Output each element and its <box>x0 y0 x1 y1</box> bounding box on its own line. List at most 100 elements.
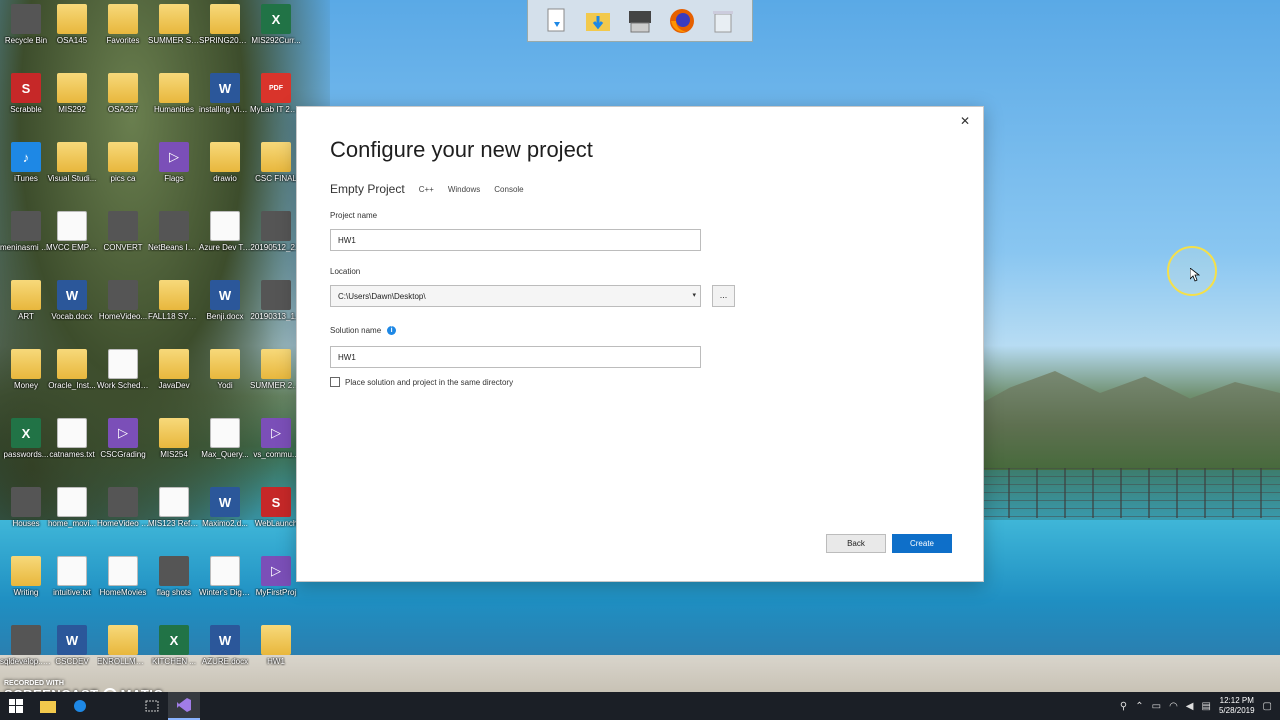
desktop-icon[interactable]: HomeVideo Copy.avi <box>97 483 149 549</box>
close-icon[interactable]: ✕ <box>957 113 973 129</box>
desktop-icon[interactable]: HomeMovies <box>97 552 149 618</box>
desktop-icon[interactable]: SUMMER 2019 <box>250 345 302 411</box>
desktop-icon[interactable]: X MIS292Curr... <box>250 0 302 66</box>
desktop-icon[interactable]: Visual Studi... <box>46 138 98 204</box>
desktop-icon[interactable]: Houses <box>0 483 52 549</box>
people-icon[interactable]: ⚲ <box>1120 701 1127 712</box>
desktop-icon[interactable]: Max_Query... <box>199 414 251 480</box>
desktop-icon[interactable]: catnames.txt <box>46 414 98 480</box>
info-icon[interactable]: i <box>387 326 397 335</box>
desktop-icon[interactable]: Humanities <box>148 69 200 135</box>
desktop-icon[interactable]: Favorites <box>97 0 149 66</box>
desktop-icon[interactable]: ▷ vs_commu... <box>250 414 302 480</box>
desktop-icon[interactable]: ENROLLME... NUMBERS <box>97 621 149 687</box>
desktop-icon[interactable]: pics ca <box>97 138 149 204</box>
create-button[interactable]: Create <box>892 534 952 553</box>
watermark-line1: RECORDED WITH <box>4 680 64 687</box>
desktop-icon[interactable]: S Scrabble <box>0 69 52 135</box>
firefox-icon[interactable] <box>667 6 697 36</box>
tag-project-type: Console <box>494 184 524 194</box>
desktop-icon[interactable]: 20190512_2... <box>250 207 302 273</box>
desktop-icon[interactable]: W Vocab.docx <box>46 276 98 342</box>
desktop-icon-label: ENROLLME... NUMBERS <box>97 657 149 666</box>
desktop-icon[interactable]: flag shots <box>148 552 200 618</box>
network-icon[interactable]: ▭ <box>1152 701 1161 712</box>
start-button[interactable] <box>0 692 32 720</box>
desktop-icon[interactable]: Azure Dev Tools fo... <box>199 207 251 273</box>
taskbar-task-view[interactable] <box>136 692 168 720</box>
desktop-icon[interactable]: Winter's Digest <box>199 552 251 618</box>
desktop-icon[interactable]: MVCC EMPLOYEE <box>46 207 98 273</box>
desktop-icon[interactable]: NetBeans IDE 8.2 <box>148 207 200 273</box>
taskbar-file-explorer[interactable] <box>32 692 64 720</box>
desktop-icon[interactable]: Xpasswords... <box>0 414 52 480</box>
desktop-icon[interactable]: W CSCDEV <box>46 621 98 687</box>
desktop-icon[interactable]: Winstalling Visual Studi... <box>199 69 251 135</box>
desktop-icon-label: Humanities <box>153 105 194 114</box>
desktop-icon[interactable]: ▷ MyFirstProj <box>250 552 302 618</box>
desktop-icon[interactable]: W Maximo2.d... <box>199 483 251 549</box>
clock[interactable]: 12:12 PM 5/28/2019 <box>1219 696 1255 716</box>
desktop-icon[interactable]: HW1 <box>250 621 302 687</box>
desktop-icon[interactable]: sqldevelop... Shortcut <box>0 621 52 687</box>
doc-icon <box>108 349 138 379</box>
desktop-icon[interactable]: OSA257 <box>97 69 149 135</box>
desktop-icon[interactable]: SPRING2019 SYLL <box>199 0 251 66</box>
desktop-icon[interactable]: intuitive.txt <box>46 552 98 618</box>
desktop-icon[interactable]: Writing <box>0 552 52 618</box>
app-icon <box>261 211 291 241</box>
back-button[interactable]: Back <box>826 534 886 553</box>
desktop-icon[interactable]: drawio <box>199 138 251 204</box>
desktop-icon[interactable]: Yodi <box>199 345 251 411</box>
taskbar-screencast[interactable] <box>64 692 96 720</box>
desktop-icon[interactable]: X KITCHEN ... <box>148 621 200 687</box>
desktop-icon[interactable]: JavaDev <box>148 345 200 411</box>
desktop-icon[interactable]: S WebLaunch <box>250 483 302 549</box>
browse-button[interactable]: ... <box>712 285 735 307</box>
location-dropdown[interactable]: C:\Users\Dawn\Desktop\ ▾ <box>330 285 701 307</box>
scanner-icon[interactable] <box>625 6 655 36</box>
recycle-bin-icon[interactable] <box>708 6 738 36</box>
project-name-input[interactable]: HW1 <box>330 229 701 251</box>
desktop-icon[interactable]: CSC FINAL <box>250 138 302 204</box>
desktop-icon[interactable]: Recycle Bin <box>0 0 52 66</box>
folder-icon <box>11 556 41 586</box>
desktop-icon[interactable]: ♪ iTunes <box>0 138 52 204</box>
document-download-icon[interactable] <box>542 6 572 36</box>
taskbar-visual-studio[interactable] <box>168 692 200 720</box>
keyboard-icon[interactable]: ▤ <box>1202 701 1211 712</box>
desktop-icon[interactable]: MIS254 <box>148 414 200 480</box>
wifi-icon[interactable]: ◠ <box>1169 701 1178 712</box>
desktop-icon[interactable]: W Benji.docx <box>199 276 251 342</box>
desktop-icon[interactable]: W AZURE.docx <box>199 621 251 687</box>
volume-icon[interactable]: ◀ <box>1186 701 1194 712</box>
desktop-icon[interactable]: Work Schedules <box>97 345 149 411</box>
chevron-down-icon[interactable]: ▾ <box>692 292 696 300</box>
system-tray: ⚲ ⌃ ▭ ◠ ◀ ▤ 12:12 PM 5/28/2019 ▢ <box>1120 692 1280 720</box>
desktop-icon[interactable]: HomeVideo... <box>97 276 149 342</box>
solution-name-input[interactable]: HW1 <box>330 346 701 368</box>
folder-icon <box>11 349 41 379</box>
desktop-icon[interactable]: PDF MyLab IT 2019 Ne... <box>250 69 302 135</box>
desktop-icon[interactable]: CONVERT <box>97 207 149 273</box>
blue-icon: ♪ <box>11 142 41 172</box>
desktop-icon[interactable]: MIS292 <box>46 69 98 135</box>
word-icon: W <box>210 280 240 310</box>
desktop-icon[interactable]: FALL18 SYLLABI <box>148 276 200 342</box>
desktop-icon[interactable]: Oracle_Inst... <box>46 345 98 411</box>
desktop-icon[interactable]: MIS123 Refresh <box>148 483 200 549</box>
notifications-icon[interactable]: ▢ <box>1263 701 1272 712</box>
same-directory-checkbox[interactable] <box>330 377 340 387</box>
desktop-icon[interactable]: 20190313_1... <box>250 276 302 342</box>
desktop-icon[interactable]: OSA145 <box>46 0 98 66</box>
desktop-icon[interactable]: ART <box>0 276 52 342</box>
downloads-folder-icon[interactable] <box>583 6 613 36</box>
desktop-icon[interactable]: ▷ Flags <box>148 138 200 204</box>
desktop-icon[interactable]: ▷ CSCGrading <box>97 414 149 480</box>
desktop-icon[interactable]: SUMMER SYLLABI <box>148 0 200 66</box>
chevron-up-icon[interactable]: ⌃ <box>1135 701 1143 712</box>
desktop-icon[interactable]: Money <box>0 345 52 411</box>
desktop-icon[interactable]: meninasmi Copy.jpg <box>0 207 52 273</box>
red-icon: S <box>261 487 291 517</box>
desktop-icon[interactable]: home_movi... <box>46 483 98 549</box>
